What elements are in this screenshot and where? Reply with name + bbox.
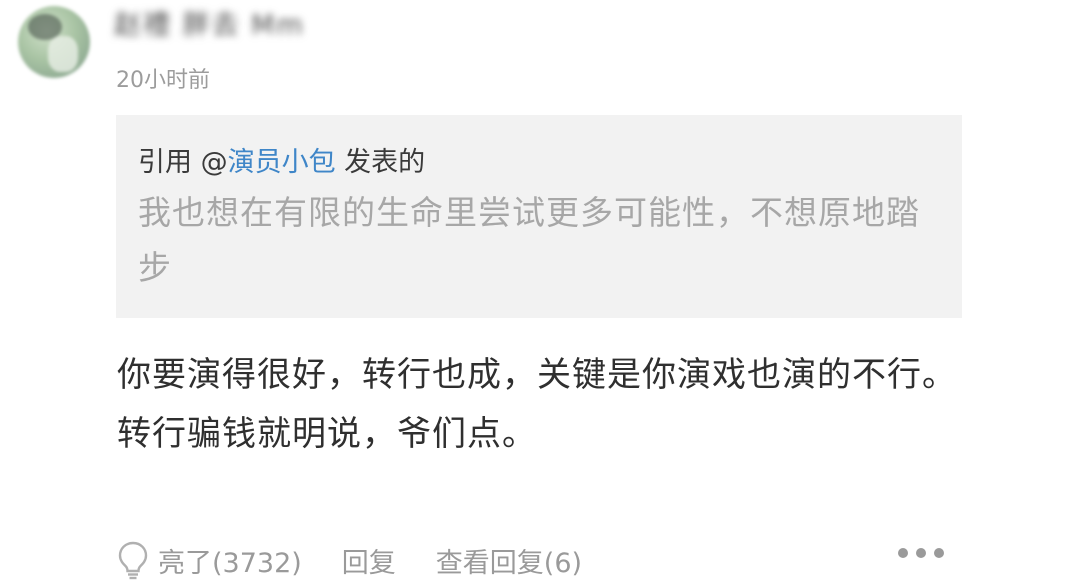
reply-button[interactable]: 回复: [342, 541, 396, 580]
quote-text: 我也想在有限的生命里尝试更多可能性，不想原地踏步: [138, 193, 920, 287]
timestamp: 20小时前: [116, 68, 210, 93]
comment-body-line: 转行骗钱就明说，爷们点。: [117, 414, 537, 454]
view-replies-button[interactable]: 查看回复(6): [436, 541, 582, 580]
view-replies-label: 查看回复(6): [435, 547, 583, 579]
more-dots-icon[interactable]: [898, 548, 944, 558]
quote-header: 引用 @演员小包 发表的: [138, 143, 936, 183]
lightbulb-icon: [118, 541, 148, 580]
comment-body-line: 你要演得很好，转行也成，关键是你演戏也演的不行。: [117, 355, 957, 395]
quote-prefix: 引用 @: [138, 147, 228, 178]
like-count-label: 亮了(3732): [158, 547, 302, 579]
comment-actions: 亮了(3732) 回复 查看回复(6): [116, 538, 956, 582]
avatar[interactable]: [18, 6, 90, 78]
quote-mention-link[interactable]: 演员小包: [228, 147, 336, 178]
username[interactable]: 赵禮 胖去 Mm: [114, 8, 305, 44]
quote-block: 引用 @演员小包 发表的 我也想在有限的生命里尝试更多可能性，不想原地踏步: [116, 115, 962, 318]
quote-suffix: 发表的: [335, 147, 426, 178]
comment-body: 你要演得很好，转行也成，关键是你演戏也演的不行。 转行骗钱就明说，爷们点。: [117, 346, 967, 464]
reply-label: 回复: [341, 547, 396, 579]
like-button[interactable]: 亮了(3732): [116, 540, 302, 580]
